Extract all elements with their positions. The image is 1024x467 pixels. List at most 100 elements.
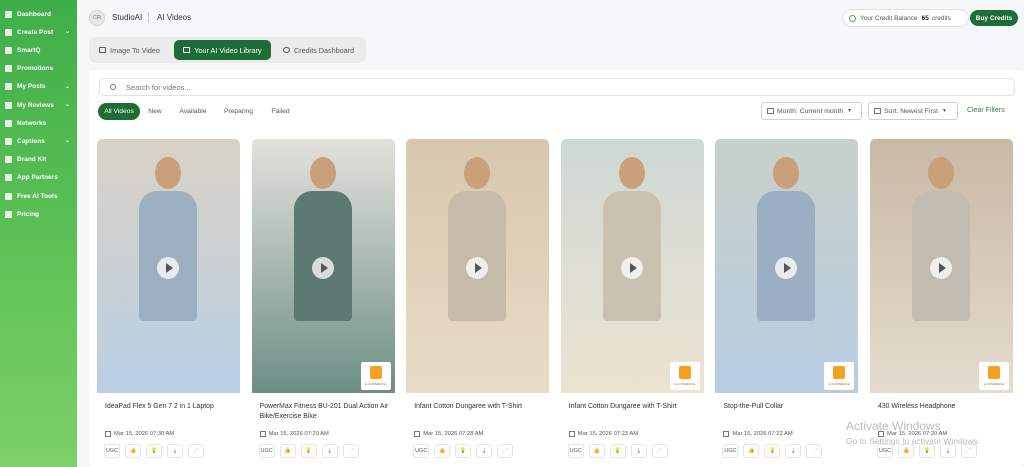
idea-icon[interactable]: 💡 xyxy=(300,444,317,458)
video-card[interactable]: E-COMMERCE Stop-the-Pull Collar Mar 15, 20… xyxy=(715,139,859,467)
sidebar-item-create-post[interactable]: Create Post ⌄ xyxy=(0,24,77,40)
tab-video-library[interactable]: Your AI Video Library xyxy=(174,40,271,60)
download-icon[interactable]: ⤓ xyxy=(476,444,493,458)
calendar-icon xyxy=(105,431,111,437)
video-thumbnail[interactable]: E-COMMERCE xyxy=(870,139,1013,393)
video-date: Mar 15, 2026 07:29 AM xyxy=(259,431,329,437)
ugc-button[interactable]: UGC xyxy=(567,444,584,458)
ugc-button[interactable]: UGC xyxy=(722,444,739,458)
ugc-button[interactable]: UGC xyxy=(104,444,120,458)
like-icon[interactable]: 👍 xyxy=(279,444,296,458)
video-card[interactable]: E-COMMERCE 430 Wireless Headphone Mar 15, … xyxy=(870,139,1013,467)
play-icon[interactable] xyxy=(311,257,334,279)
video-thumbnail[interactable] xyxy=(406,139,550,393)
idea-icon[interactable]: 💡 xyxy=(146,444,162,458)
home-icon xyxy=(5,10,12,18)
watermark-subtitle: Go to Settings to activate Windows. xyxy=(846,436,981,446)
sort-select[interactable]: Sort: Newest First ▼ xyxy=(868,102,958,120)
idea-icon[interactable]: 💡 xyxy=(609,444,626,458)
breadcrumb-workspace[interactable]: StudioAI xyxy=(112,13,142,22)
share-icon[interactable]: ⋰ xyxy=(497,444,514,458)
avatar[interactable]: CR xyxy=(89,10,105,26)
calendar-icon xyxy=(723,431,730,437)
filter-chip-failed[interactable]: Failed xyxy=(265,103,296,120)
sidebar-item-my-posts[interactable]: My Posts ⌄ xyxy=(0,79,77,95)
card-actions: UGC 👍 💡 ⤓ ⋰ xyxy=(104,444,204,458)
video-thumbnail[interactable]: E-COMMERCE xyxy=(715,139,859,393)
share-icon[interactable]: ⋰ xyxy=(342,444,359,458)
video-date: Mar 15, 2026 07:23 AM xyxy=(568,431,638,437)
video-card[interactable]: E-COMMERCE PowerMax Fitness BU-201 Dual A… xyxy=(251,139,395,467)
watermark-title: Activate Windows xyxy=(846,419,941,433)
credit-icon xyxy=(849,14,856,22)
filter-chip-new[interactable]: New xyxy=(141,103,169,120)
video-card[interactable]: Infant Cotton Dungaree with T-Shirt Mar 1… xyxy=(406,139,550,467)
filter-chip-all-videos[interactable]: All Videos xyxy=(98,103,140,120)
video-date-text: Mar 15, 2026 07:29 AM xyxy=(268,431,329,437)
buy-credits-button[interactable]: Buy Credits xyxy=(970,10,1018,26)
sidebar-item-my-reviews[interactable]: My Reviews ⌄ xyxy=(0,97,77,113)
ecommerce-badge: E-COMMERCE xyxy=(360,362,391,390)
video-thumbnail[interactable]: E-COMMERCE xyxy=(560,139,704,393)
network-icon xyxy=(5,119,12,127)
play-icon[interactable] xyxy=(930,257,952,279)
sidebar-item-brand-kit[interactable]: Brand Kit xyxy=(0,152,77,168)
like-icon[interactable]: 👍 xyxy=(434,444,451,458)
sidebar-item-app-partners[interactable]: App Partners xyxy=(0,170,77,186)
calendar-icon xyxy=(259,431,266,437)
topbar: CR StudioAI AI Videos Your Credit Balanc… xyxy=(77,0,1024,36)
idea-icon[interactable]: 💡 xyxy=(764,444,781,458)
price-icon xyxy=(5,210,12,218)
credit-balance: Your Credit Balance 65 credits xyxy=(842,9,969,27)
video-thumbnail[interactable] xyxy=(97,139,240,393)
video-card[interactable]: E-COMMERCE Infant Cotton Dungaree with T-… xyxy=(560,139,704,467)
share-icon[interactable]: ⋰ xyxy=(651,444,668,458)
download-icon[interactable]: ⤓ xyxy=(630,444,647,458)
filter-chip-available[interactable]: Available xyxy=(172,103,214,120)
filter-chip-preparing[interactable]: Preparing xyxy=(215,103,262,120)
sidebar-item-promotions[interactable]: Promotions xyxy=(0,61,77,77)
download-icon[interactable]: ⤓ xyxy=(321,444,338,458)
share-icon[interactable]: ⋰ xyxy=(188,444,204,458)
presenter-body xyxy=(912,191,970,321)
search-box[interactable] xyxy=(99,78,1015,96)
like-icon[interactable]: 👍 xyxy=(743,444,760,458)
sidebar-item-free-ai-tools[interactable]: Free AI Tools xyxy=(0,188,77,204)
ugc-button[interactable]: UGC xyxy=(413,444,430,458)
video-title: Infant Cotton Dungaree with T-Shirt xyxy=(414,403,523,410)
video-card[interactable]: IdeaPad Flex 5 Gen 7 2 in 1 Laptop Mar 15… xyxy=(97,139,240,467)
partners-icon xyxy=(5,174,12,182)
share-icon[interactable]: ⋰ xyxy=(806,444,823,458)
chevron-down-icon: ⌄ xyxy=(64,138,70,145)
like-icon[interactable]: 👍 xyxy=(125,444,141,458)
clear-filters-link[interactable]: Clear Filters xyxy=(967,107,1005,114)
search-input[interactable] xyxy=(126,82,976,92)
sidebar-item-dashboard[interactable]: Dashboard xyxy=(0,6,77,22)
tab-label: Credits Dashboard xyxy=(294,45,354,55)
download-icon[interactable]: ⤓ xyxy=(167,444,183,458)
sidebar-item-smartq[interactable]: SmartQ xyxy=(0,42,77,58)
sidebar-item-networks[interactable]: Networks xyxy=(0,115,77,131)
chevron-down-icon: ⌄ xyxy=(64,102,70,108)
play-icon[interactable] xyxy=(157,257,179,279)
video-title: Infant Cotton Dungaree with T-Shirt xyxy=(568,403,677,410)
sidebar-item-captions[interactable]: Captions ⌄ xyxy=(0,133,77,149)
calendar-icon xyxy=(414,431,421,437)
like-icon[interactable]: 👍 xyxy=(588,444,605,458)
chevron-down-icon: ⌄ xyxy=(64,29,70,36)
video-date-text: Mar 15, 2026 07:28 AM xyxy=(423,431,484,437)
sidebar-item-label: App Partners xyxy=(17,174,58,182)
presenter-figure xyxy=(155,157,181,189)
tab-credits-dashboard[interactable]: Credits Dashboard xyxy=(277,40,360,60)
month-filter-select[interactable]: Month: Current month ▼ xyxy=(761,102,862,120)
download-icon[interactable]: ⤓ xyxy=(785,444,802,458)
sidebar-item-pricing[interactable]: Pricing xyxy=(0,206,77,222)
tab-image-to-video[interactable]: Image To Video xyxy=(92,40,167,60)
video-title: PowerMax Fitness BU-201 Dual Action Air … xyxy=(259,403,389,420)
caption-icon xyxy=(5,137,12,145)
idea-icon[interactable]: 💡 xyxy=(455,444,472,458)
play-icon[interactable] xyxy=(620,257,643,279)
video-thumbnail[interactable]: E-COMMERCE xyxy=(251,139,395,393)
ugc-button[interactable]: UGC xyxy=(258,444,275,458)
presenter-figure xyxy=(618,157,645,189)
